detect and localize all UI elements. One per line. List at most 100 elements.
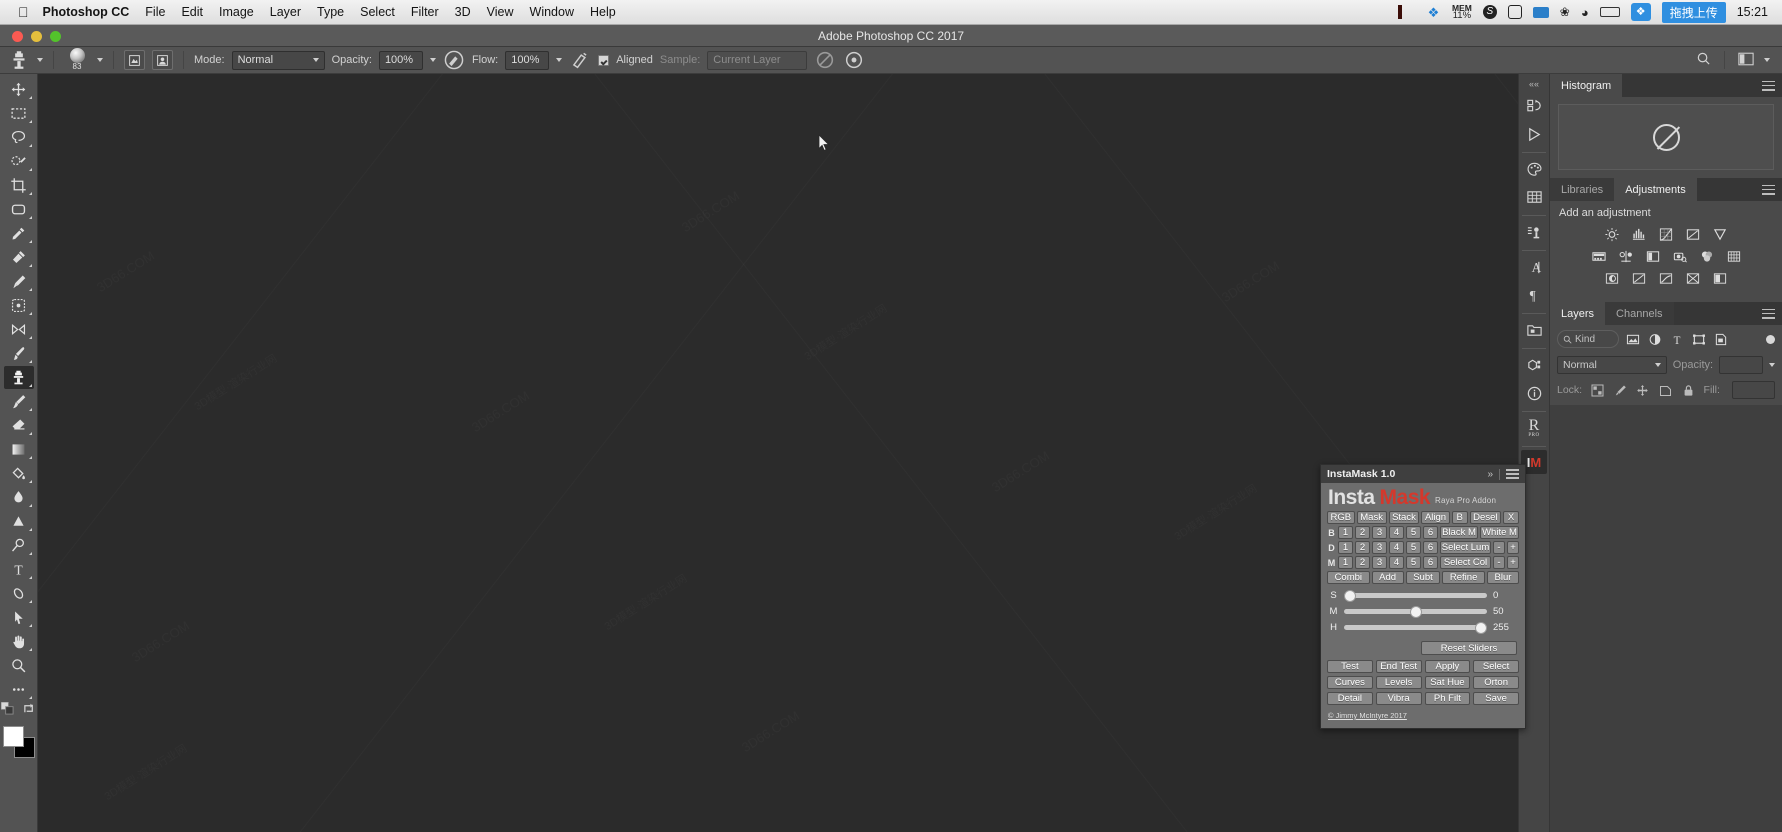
active-app-name[interactable]: Photoshop CC <box>43 5 130 19</box>
blur-tool[interactable] <box>4 486 34 509</box>
layer-opacity-chevron-down-icon[interactable] <box>1769 363 1775 367</box>
layer-blend-mode-select[interactable]: Normal <box>1557 356 1667 374</box>
tab-adjustments[interactable]: Adjustments <box>1614 178 1697 201</box>
patch-tool[interactable] <box>4 294 34 317</box>
apple-icon[interactable]:  <box>18 5 29 19</box>
move-tool[interactable] <box>4 78 34 101</box>
ph-filt-button[interactable]: Ph Filt <box>1424 692 1471 705</box>
flow-input[interactable]: 100% <box>505 50 550 70</box>
type-filter-icon[interactable]: T <box>1668 332 1685 347</box>
opacity-chevron-down-icon[interactable] <box>429 58 436 62</box>
vibrance-icon[interactable] <box>1711 226 1729 242</box>
spot-healing-brush-tool[interactable] <box>4 246 34 269</box>
paint-bucket-tool[interactable] <box>4 462 34 485</box>
skype-icon[interactable]: S <box>1482 5 1497 19</box>
mode-desel-button[interactable]: Desel <box>1469 511 1502 524</box>
exposure-icon[interactable] <box>1684 226 1702 242</box>
menu-window[interactable]: Window <box>530 5 574 19</box>
aligned-label[interactable]: Aligned <box>616 54 653 66</box>
menu-edit[interactable]: Edit <box>181 5 203 19</box>
bluetooth-icon[interactable]: ❀ <box>1560 5 1570 19</box>
airbrush-toggle-icon[interactable] <box>569 50 591 71</box>
menu-help[interactable]: Help <box>590 5 616 19</box>
mode-mask-button[interactable]: Mask <box>1356 511 1387 524</box>
zoom-tool[interactable] <box>4 654 34 677</box>
channel-d-4[interactable]: 4 <box>1389 541 1404 554</box>
mail-icon[interactable] <box>1532 6 1549 18</box>
channel-m-4[interactable]: 4 <box>1389 556 1404 569</box>
channel-b-2[interactable]: 2 <box>1355 526 1370 539</box>
select-col-button[interactable]: Select Col <box>1440 556 1491 569</box>
raya-pro-icon[interactable]: R PRO <box>1521 415 1547 441</box>
app-helper-icon[interactable] <box>1507 5 1522 19</box>
history-brush-tool[interactable] <box>4 390 34 413</box>
aligned-checkbox[interactable] <box>598 54 610 66</box>
paragraph-icon[interactable]: ¶ <box>1521 282 1547 308</box>
detail-button[interactable]: Detail <box>1327 692 1373 705</box>
path-selection-tool[interactable] <box>4 582 34 605</box>
tab-layers[interactable]: Layers <box>1550 302 1606 325</box>
select-lum-minus-button[interactable]: - <box>1493 541 1505 554</box>
invert-icon[interactable] <box>1603 270 1621 286</box>
menu-filter[interactable]: Filter <box>411 5 439 19</box>
midtone-slider-track[interactable] <box>1344 605 1487 618</box>
close-window-button[interactable] <box>12 31 23 42</box>
flow-chevron-down-icon[interactable] <box>556 58 563 62</box>
subt-button[interactable]: Subt <box>1405 571 1441 584</box>
channel-m-3[interactable]: 3 <box>1372 556 1387 569</box>
baidu-netdisk-icon[interactable]: ❖ <box>1630 3 1651 21</box>
adjustment-filter-icon[interactable] <box>1646 332 1663 347</box>
highlight-slider-knob[interactable] <box>1475 621 1487 634</box>
tab-libraries[interactable]: Libraries <box>1550 178 1615 201</box>
instamask-panel-header[interactable]: InstaMask 1.0 » <box>1321 465 1525 483</box>
menu-type[interactable]: Type <box>317 5 344 19</box>
channel-d-6[interactable]: 6 <box>1423 541 1438 554</box>
libraries-icon[interactable] <box>1521 317 1547 343</box>
selective-color-icon[interactable] <box>1684 270 1702 286</box>
channel-d-2[interactable]: 2 <box>1355 541 1370 554</box>
color-icon[interactable] <box>1521 156 1547 182</box>
instamask-copyright[interactable]: © Jimmy McIntyre 2017 <box>1327 708 1519 724</box>
tablet-pressure-icon[interactable] <box>843 50 865 71</box>
posterize-icon[interactable] <box>1630 270 1648 286</box>
select-col-plus-button[interactable]: + <box>1507 556 1519 569</box>
channel-d-3[interactable]: 3 <box>1372 541 1387 554</box>
layer-fill-input[interactable] <box>1731 381 1776 399</box>
channel-b-3[interactable]: 3 <box>1372 526 1387 539</box>
curves-icon[interactable] <box>1657 226 1675 242</box>
color-swatches[interactable] <box>2 726 35 758</box>
dodge-tool[interactable] <box>4 510 34 533</box>
memory-monitor-icon[interactable]: MEM 11% <box>1452 4 1472 21</box>
color-lookup-icon[interactable] <box>1725 248 1743 264</box>
sat-hue-button[interactable]: Sat Hue <box>1424 676 1471 689</box>
add-button[interactable]: Add <box>1371 571 1404 584</box>
select-lum-button[interactable]: Select Lum <box>1440 541 1491 554</box>
document-canvas-area[interactable]: 3D66.COM 3D66.COM 3D66.COM 3D66.COM 3D66… <box>38 74 1518 832</box>
dropbox-icon[interactable]: ❖ <box>1426 6 1441 19</box>
color-balance-icon[interactable] <box>1617 248 1635 264</box>
swatches-icon[interactable] <box>1521 184 1547 210</box>
swap-colors-icon[interactable] <box>23 702 36 718</box>
refine-button[interactable]: Refine <box>1442 571 1485 584</box>
channel-d-1[interactable]: 1 <box>1338 541 1353 554</box>
brightness-contrast-icon[interactable] <box>1603 226 1621 242</box>
hue-saturation-icon[interactable] <box>1590 248 1608 264</box>
gradient-map-icon[interactable] <box>1711 270 1729 286</box>
history-icon[interactable] <box>1521 93 1547 119</box>
channel-d-5[interactable]: 5 <box>1406 541 1421 554</box>
lock-artboard-icon[interactable] <box>1658 383 1673 397</box>
menu-image[interactable]: Image <box>219 5 254 19</box>
rectangular-marquee-tool[interactable] <box>4 102 34 125</box>
shape-filter-icon[interactable] <box>1690 332 1707 347</box>
hand-tool[interactable] <box>4 630 34 653</box>
crop-tool[interactable] <box>4 174 34 197</box>
black-white-icon[interactable] <box>1644 248 1662 264</box>
eraser-tool[interactable] <box>4 414 34 437</box>
mode-rgb-button[interactable]: RGB <box>1327 511 1355 524</box>
threshold-icon[interactable] <box>1657 270 1675 286</box>
actions-icon[interactable] <box>1521 121 1547 147</box>
lasso-tool[interactable] <box>4 126 34 149</box>
menu-3d[interactable]: 3D <box>455 5 471 19</box>
menu-layer[interactable]: Layer <box>270 5 301 19</box>
lock-all-icon[interactable] <box>1681 383 1696 397</box>
